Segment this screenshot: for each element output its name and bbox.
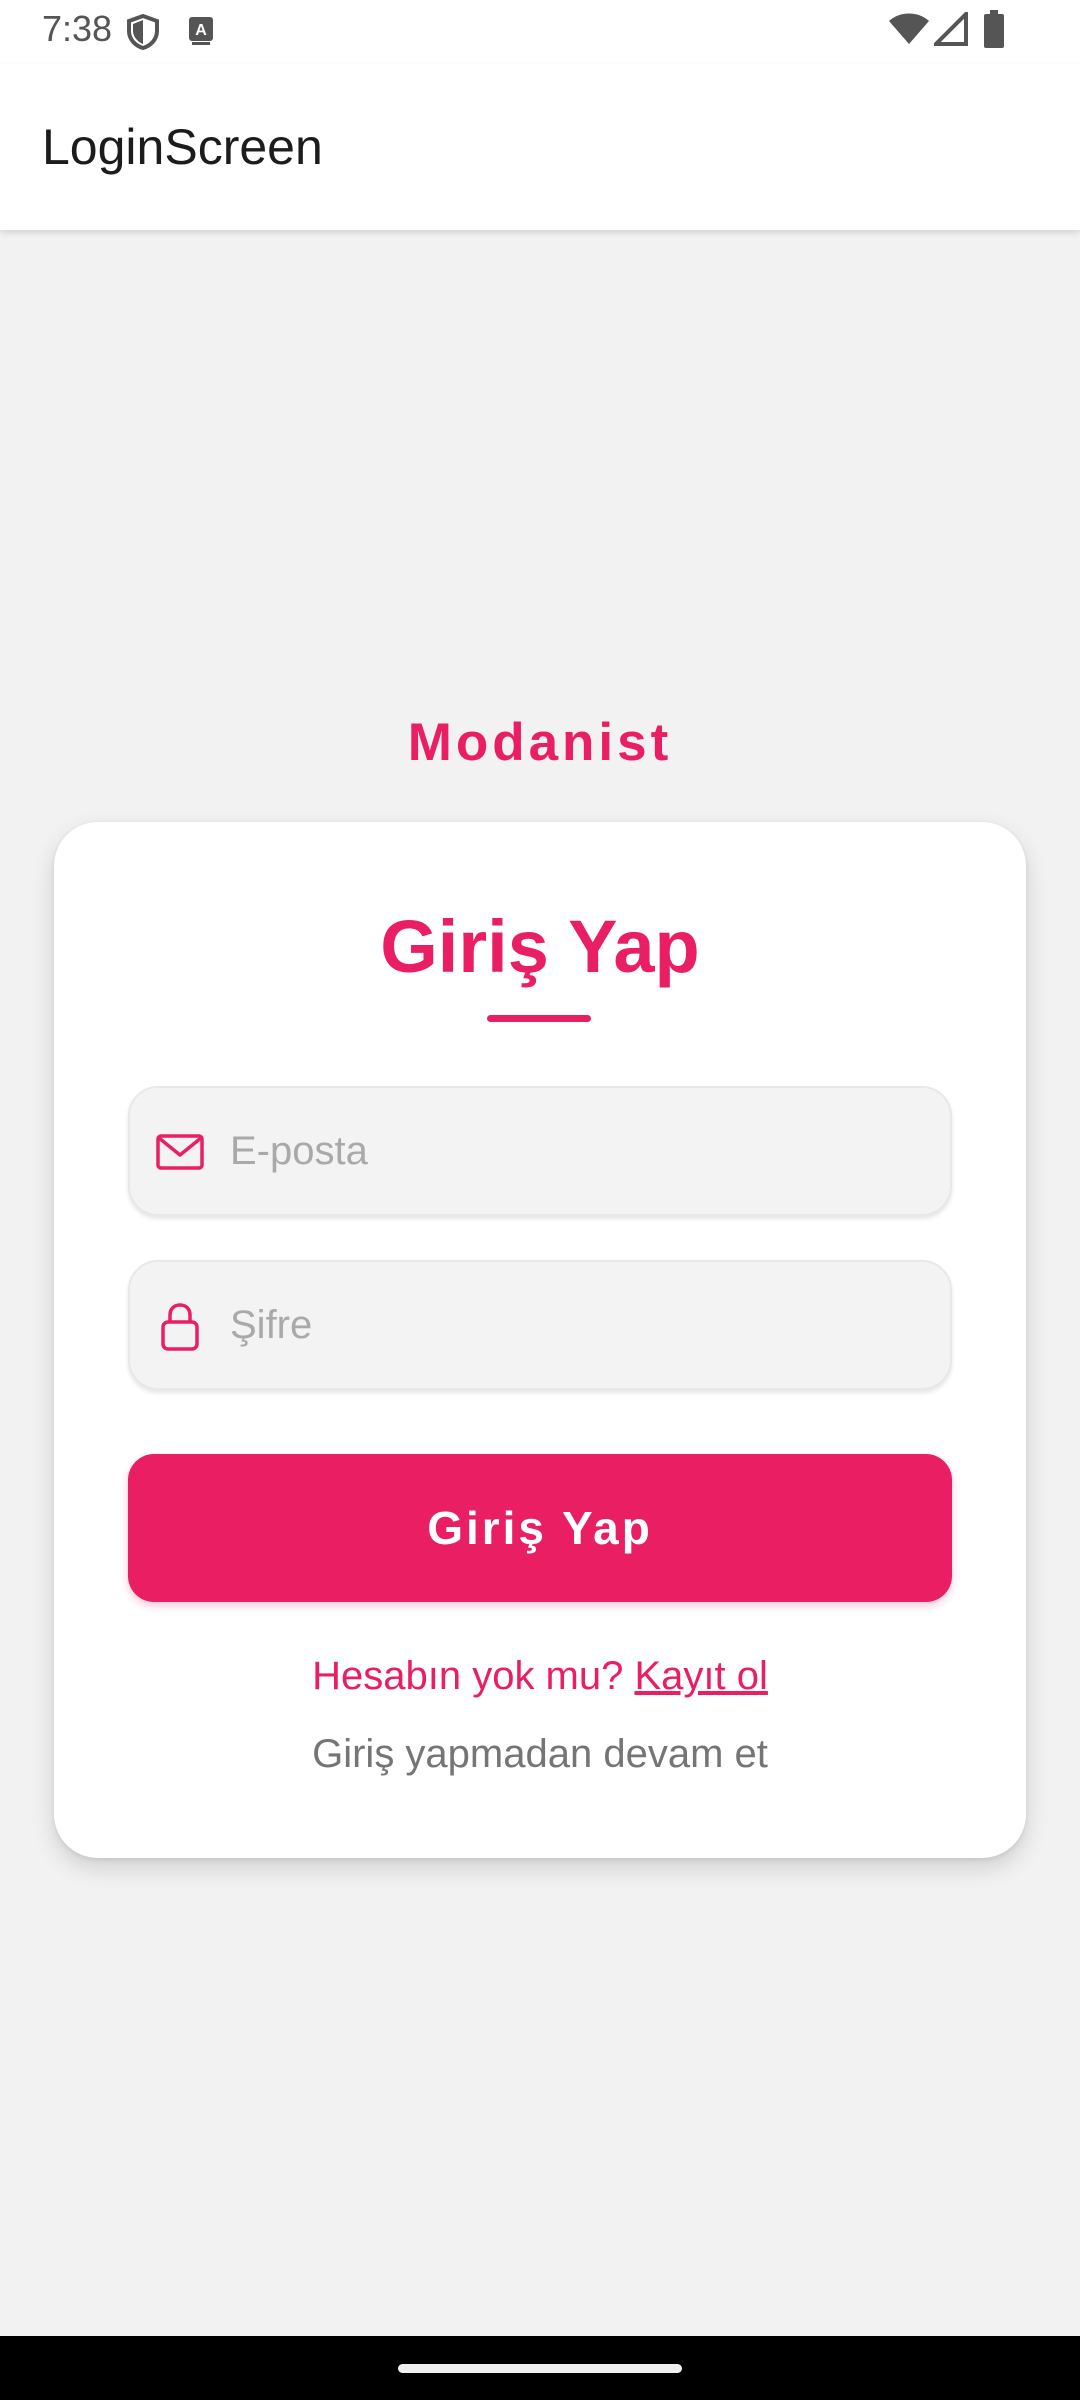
navigation-bar <box>0 2336 1080 2400</box>
signup-prompt-line: Hesabın yok mu? Kayıt ol <box>54 1654 1026 1699</box>
status-bar: 7:38 A <box>0 0 1080 64</box>
battery-icon <box>984 10 1004 53</box>
login-card: Giriş Yap Giriş Yap Hesabın yok mu <box>54 822 1026 1858</box>
svg-text:A: A <box>195 22 207 39</box>
login-screen: 7:38 A LoginScreen Modanist Giriş Yap E-… <box>0 0 1080 2400</box>
password-input[interactable] <box>230 1262 930 1388</box>
app-title: LoginScreen <box>42 119 323 175</box>
wifi-icon <box>888 12 930 51</box>
email-input[interactable] <box>230 1088 930 1214</box>
email-field[interactable] <box>128 1086 952 1216</box>
title-underline <box>487 1015 591 1022</box>
login-title: Giriş Yap <box>380 905 700 988</box>
guest-continue-link[interactable]: Giriş yapmadan devam et <box>54 1732 1026 1777</box>
lock-icon <box>154 1300 206 1352</box>
home-gesture-handle[interactable] <box>398 2364 682 2373</box>
signup-prompt: Hesabın yok mu? <box>312 1654 624 1698</box>
brand-name: Modanist <box>407 713 673 772</box>
signal-icon <box>931 9 968 51</box>
mail-icon <box>154 1126 206 1178</box>
status-time: 7:38 <box>42 8 113 49</box>
shield-icon <box>126 13 160 55</box>
app-bar: LoginScreen <box>0 64 1080 230</box>
login-button[interactable]: Giriş Yap <box>128 1454 952 1602</box>
keyboard-a-icon: A <box>188 16 214 51</box>
signup-link[interactable]: Kayıt ol <box>635 1654 768 1698</box>
password-field[interactable] <box>128 1260 952 1390</box>
